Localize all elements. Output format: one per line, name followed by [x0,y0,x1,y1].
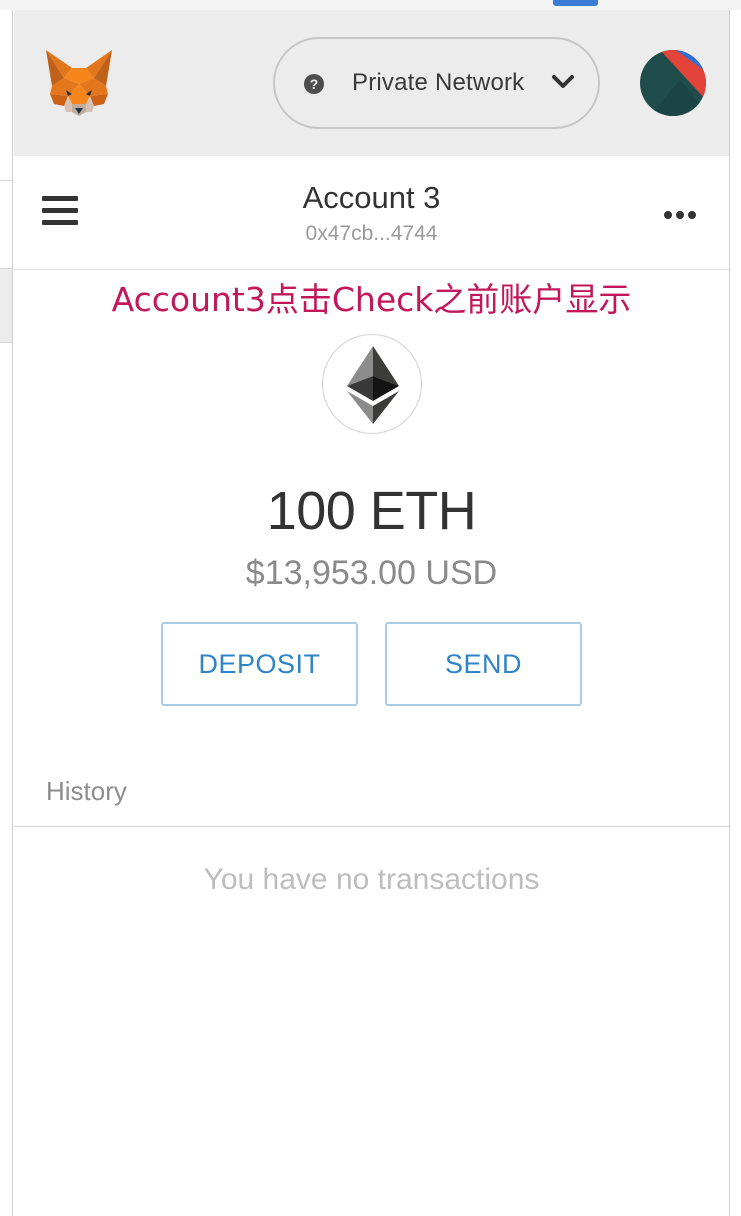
account-identicon-avatar[interactable] [640,50,706,116]
history-divider [14,826,729,827]
more-options-icon[interactable] [664,206,700,219]
account-bar: Account 3 0x47cb...4744 [14,156,729,270]
metamask-fox-icon[interactable] [42,48,116,118]
network-help-icon[interactable]: ? [304,74,324,94]
browser-page-left [0,10,13,1216]
chevron-down-icon [552,75,574,88]
browser-new-badge [553,0,598,6]
usd-balance: $13,953.00 USD [245,554,498,592]
app-header: ? Private Network [14,10,729,156]
deposit-button[interactable]: DEPOSIT [161,622,358,706]
network-selector[interactable]: ? Private Network [273,37,600,129]
ethereum-icon [347,346,399,424]
browser-page-right [729,10,741,1216]
browser-toolbar-strip [0,0,741,10]
metamask-popup: ? Private Network Account 3 0x47cb...474… [14,10,729,1216]
eth-token-badge [322,334,422,434]
account-name[interactable]: Account 3 [14,180,729,216]
account-address[interactable]: 0x47cb...4744 [14,222,729,246]
network-label: Private Network [352,69,525,96]
no-transactions-text: You have no transactions [203,863,540,896]
annotation-text: Account3点击Check之前账户显示 [111,280,632,319]
history-heading: History [46,776,127,806]
page-divider [0,180,12,181]
send-button[interactable]: SEND [385,622,582,706]
eth-balance: 100 ETH [266,481,477,541]
page-block [0,268,12,343]
